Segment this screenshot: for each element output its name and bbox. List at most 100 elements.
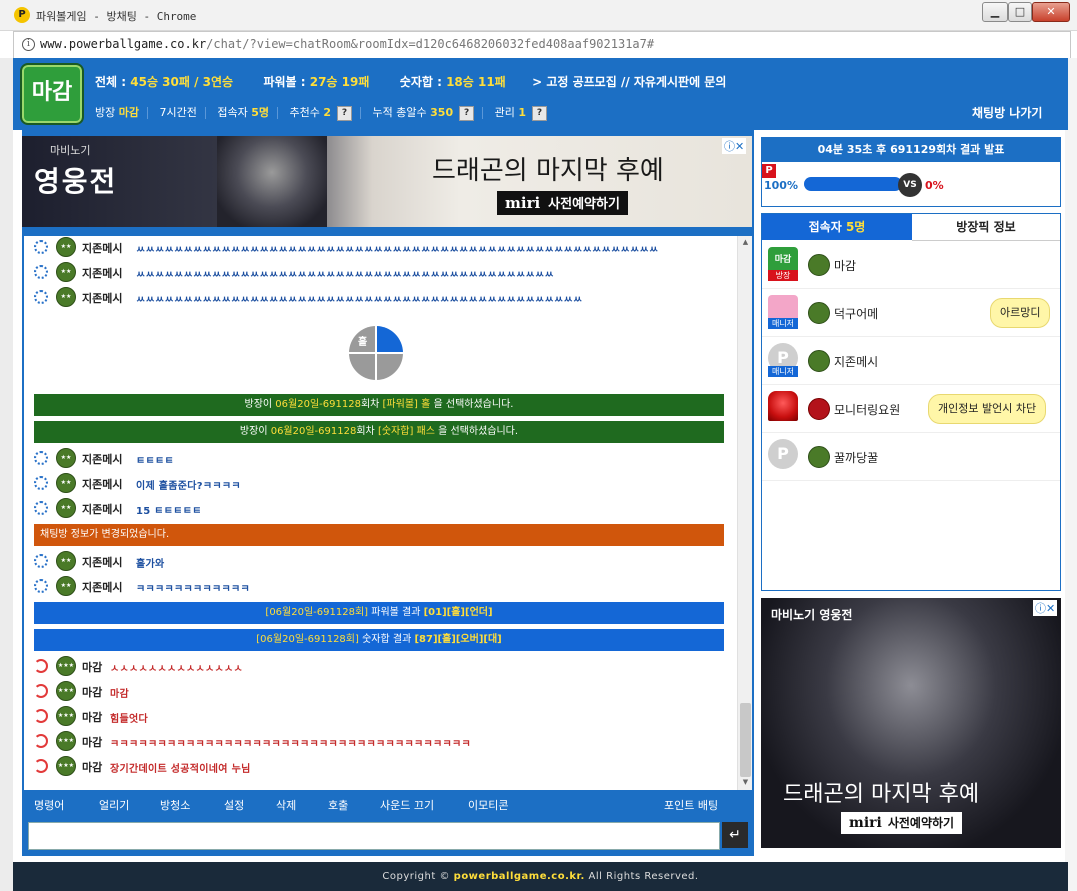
ad-game-title: 마비노기 영웅전	[771, 608, 853, 622]
member-level-icon	[34, 554, 48, 568]
users-info: 접속자 5명	[217, 104, 269, 120]
message-text: ㅋㅋㅋㅋㅋㅋㅋㅋㅋㅋㅋㅋ	[136, 584, 250, 595]
notice-link[interactable]: > 고정 공프모집 // 자유게시판에 문의	[532, 75, 726, 89]
send-button[interactable]: ↵	[722, 822, 748, 848]
message-text: ㅆㅆㅆㅆㅆㅆㅆㅆㅆㅆㅆㅆㅆㅆㅆㅆㅆㅆㅆㅆㅆㅆㅆㅆㅆㅆㅆㅆㅆㅆㅆㅆㅆㅆㅆㅆㅆㅆㅆㅆ…	[136, 295, 583, 306]
member-level-icon	[34, 579, 48, 593]
message-author[interactable]: 마감	[82, 659, 102, 675]
freeze-button[interactable]: 얼리기	[99, 797, 129, 813]
message-author[interactable]: 지존메시	[82, 501, 122, 517]
url-domain: www.powerballgame.co.kr	[40, 37, 207, 51]
clean-room-button[interactable]: 방청소	[160, 797, 190, 813]
message-author[interactable]: 마감	[82, 759, 102, 775]
admin-help-button[interactable]: ?	[532, 105, 548, 121]
chat-scrollbar[interactable]: ▲ ▼	[737, 236, 752, 790]
delete-button[interactable]: 삭제	[276, 797, 296, 813]
right-edge-strip	[1065, 58, 1077, 891]
user-name: 꿀까당꿀	[834, 451, 879, 465]
scroll-up-icon[interactable]: ▲	[738, 238, 752, 248]
total-label: 전체 :	[95, 75, 131, 89]
message-author[interactable]: 마감	[82, 734, 102, 750]
user-row[interactable]: P 매니저 지존메시	[762, 337, 1060, 385]
message-text: 장기간데이트 성공적이네여 누님	[110, 764, 251, 775]
owner-level-icon	[34, 734, 48, 748]
chat-toolbar: 명령어 얼리기 방청소 설정 삭제 호출 사운드 끄기 이모티콘 포인트 배팅	[24, 791, 752, 816]
emoticon-button[interactable]: 이모티콘	[468, 797, 508, 813]
maximize-button[interactable]: □	[1008, 2, 1032, 22]
user-row[interactable]: 매니저 덕구어메 아르망디	[762, 289, 1060, 337]
site-footer: Copyright © powerballgame.co.kr. All Rig…	[13, 862, 1068, 891]
settings-button[interactable]: 설정	[224, 797, 244, 813]
user-list-box: 접속자 5명 방장픽 정보 마감 방장 마감 매니저 덕구어메 아르망디 P 매…	[761, 213, 1061, 591]
message-author[interactable]: 지존메시	[82, 476, 122, 492]
user-name: 지존메시	[834, 355, 879, 369]
url-text[interactable]: www.powerballgame.co.kr/chat/?view=chatR…	[40, 37, 654, 51]
number-label: 숫자합 :	[399, 75, 447, 89]
owner-level-icon	[34, 759, 48, 773]
result-round: [06월20일-691128회]	[256, 634, 359, 645]
tab-users[interactable]: 접속자 5명	[762, 214, 912, 240]
footer-domain-link[interactable]: powerballgame.co.kr.	[454, 871, 585, 882]
user-avatar: ★★	[56, 287, 76, 307]
result-label: 파워볼 결과	[368, 607, 424, 618]
owner-value: 마감	[118, 106, 139, 119]
scroll-down-icon[interactable]: ▼	[738, 778, 752, 788]
call-button[interactable]: 호출	[328, 797, 348, 813]
message-author[interactable]: 지존메시	[82, 554, 122, 570]
powerball-p-icon: P	[762, 164, 776, 178]
top-banner-ad[interactable]: 마비노기 영웅전 드래곤의 마지막 후예 miri 사전예약하기 ⓘ✕	[22, 136, 752, 227]
minimize-button[interactable]: ▁	[982, 2, 1008, 22]
message-author[interactable]: 마감	[82, 684, 102, 700]
user-row[interactable]: 마감 방장 마감	[762, 241, 1060, 289]
member-level-icon	[34, 501, 48, 515]
owner-badge: 방장	[768, 270, 798, 281]
level-icon	[808, 446, 830, 468]
close-button[interactable]: ✕	[1032, 2, 1070, 22]
user-row[interactable]: P 꿀까당꿀	[762, 433, 1060, 481]
chat-message: ★★ 지존메시 이제 홀좀준다?ㅋㅋㅋㅋ	[34, 472, 724, 494]
user-avatar: ★★	[56, 551, 76, 571]
room-time: 7시간전	[159, 106, 197, 119]
message-author[interactable]: 지존메시	[82, 290, 122, 306]
commands-button[interactable]: 명령어	[34, 797, 64, 813]
member-level-icon	[34, 290, 48, 304]
ad-close-icon[interactable]: ⓘ✕	[1033, 600, 1058, 616]
message-author[interactable]: 마감	[82, 709, 102, 725]
recommend-value: 2	[323, 106, 332, 119]
result-value: [01][홀][언더]	[423, 607, 493, 618]
ad-cta-button[interactable]: miri 사전예약하기	[841, 812, 963, 834]
chat-message: ★★ 지존메시 ㅆㅆㅆㅆㅆㅆㅆㅆㅆㅆㅆㅆㅆㅆㅆㅆㅆㅆㅆㅆㅆㅆㅆㅆㅆㅆㅆㅆㅆㅆㅆㅆ…	[34, 236, 724, 258]
chat-input[interactable]	[28, 822, 720, 850]
copyright-pre: Copyright ©	[382, 871, 454, 882]
room-info-bar: 방장 마감 7시간전 접속자 5명 추천수 2? 누적 총알수 350? 관리 …	[95, 104, 555, 121]
point-bet-button[interactable]: 포인트 배팅	[664, 797, 718, 813]
user-avatar: ★★	[56, 237, 76, 257]
message-author[interactable]: 지존메시	[82, 265, 122, 281]
ad-cta-button[interactable]: miri 사전예약하기	[497, 191, 628, 215]
ad-close-icon[interactable]: ⓘ✕	[722, 138, 747, 154]
vs-badge: VS	[898, 173, 922, 197]
message-author[interactable]: 지존메시	[82, 579, 122, 595]
window-title: 파워볼게임 - 방채팅 - Chrome	[36, 10, 197, 23]
notice-pick: [파워볼] 홀	[382, 399, 431, 410]
recommend-help-button[interactable]: ?	[337, 105, 353, 121]
chat-message: ★★ 지존메시 15 ㅌㅌㅌㅌㅌ	[34, 497, 724, 519]
cumulative-help-button[interactable]: ?	[459, 105, 475, 121]
scroll-thumb[interactable]	[740, 703, 751, 777]
user-avatar: ★★	[56, 576, 76, 596]
tab-owner-pick[interactable]: 방장픽 정보	[912, 214, 1060, 241]
side-banner-ad[interactable]: 마비노기 영웅전 드래곤의 마지막 후예 miri 사전예약하기 ⓘ✕	[761, 598, 1061, 848]
message-text: ㅌㅌㅌㅌ	[136, 456, 174, 467]
message-author[interactable]: 지존메시	[82, 451, 122, 467]
sound-off-button[interactable]: 사운드 끄기	[380, 797, 434, 813]
info-icon[interactable]: i	[22, 38, 35, 51]
message-author[interactable]: 지존메시	[82, 240, 122, 256]
user-photo: P	[768, 439, 798, 469]
user-row[interactable]: 모니터링요원 개인정보 발언시 차단	[762, 385, 1060, 433]
user-status-tip: 개인정보 발언시 차단	[928, 394, 1047, 424]
chat-messages[interactable]: ★★ 지존메시 ㅆㅆㅆㅆㅆㅆㅆㅆㅆㅆㅆㅆㅆㅆㅆㅆㅆㅆㅆㅆㅆㅆㅆㅆㅆㅆㅆㅆㅆㅆㅆㅆ…	[24, 236, 752, 790]
leave-room-button[interactable]: 채팅방 나가기	[972, 104, 1042, 121]
manager-badge: 매니저	[768, 318, 798, 329]
total-value: 45승 30패 / 3연승	[130, 75, 234, 89]
address-bar[interactable]: i www.powerballgame.co.kr/chat/?view=cha…	[13, 31, 1071, 59]
